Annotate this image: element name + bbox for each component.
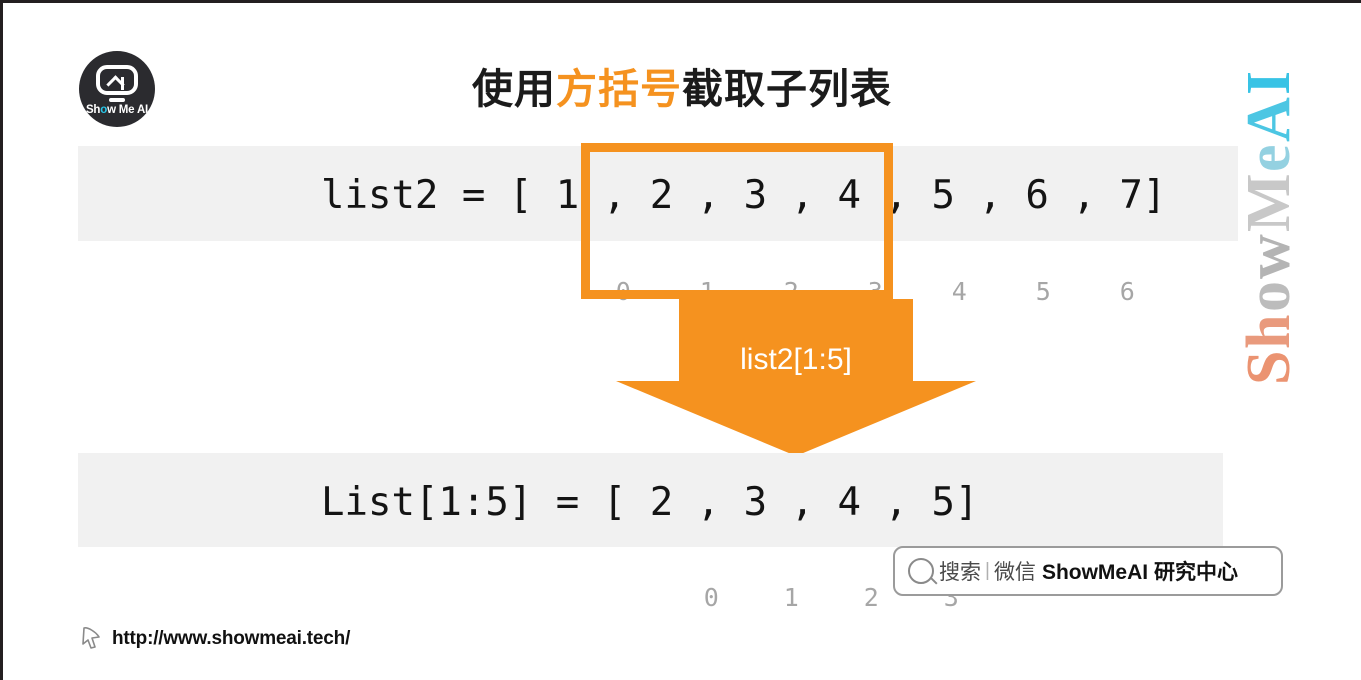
slice-arrow: list2[1:5] (616, 299, 976, 456)
slice-selection-rectangle (581, 143, 893, 299)
slide-page: Show Me AI 使用方括号截取子列表 list2 = [ 1 , 2 , … (0, 0, 1361, 680)
search-separator: | (985, 560, 990, 581)
watermark-letter: w (1235, 232, 1303, 280)
title-part-2: 截取子列表 (682, 66, 892, 112)
search-placeholder: 搜索 (939, 561, 981, 584)
search-icon (908, 558, 934, 584)
arrow-shape-icon (616, 299, 976, 456)
showmeai-watermark: ShowMeAI (1235, 69, 1303, 385)
title-part-1: 使用 (472, 66, 556, 112)
watermark-letter: o (1235, 279, 1303, 313)
index-label: 1 (783, 583, 799, 612)
footer: http://www.showmeai.tech/ (79, 625, 350, 653)
title-highlight: 方括号 (556, 66, 682, 112)
cursor-icon (82, 627, 100, 649)
arrow-label: list2[1:5] (740, 343, 852, 376)
watermark-letter: S (1235, 348, 1303, 385)
index-label: 0 (703, 583, 719, 612)
index-label: 5 (1035, 277, 1051, 306)
watermark-letter: I (1235, 69, 1303, 96)
watermark-letter: h (1235, 312, 1303, 349)
code-line-bottom: List[1:5] = [ 2 , 3 , 4 , 5] (321, 480, 979, 525)
footer-url: http://www.showmeai.tech/ (112, 628, 351, 649)
search-channel: 微信 (993, 561, 1036, 584)
index-label: 6 (1119, 277, 1135, 306)
watermark-letter: A (1235, 95, 1303, 143)
wechat-search-box[interactable]: 搜索 | 微信 ShowMeAI 研究中心 (893, 546, 1283, 596)
watermark-letter: e (1235, 142, 1303, 172)
watermark-letter: M (1235, 171, 1303, 233)
page-title: 使用方括号截取子列表 (3, 55, 1361, 115)
search-brand: ShowMeAI 研究中心 (1041, 561, 1238, 584)
